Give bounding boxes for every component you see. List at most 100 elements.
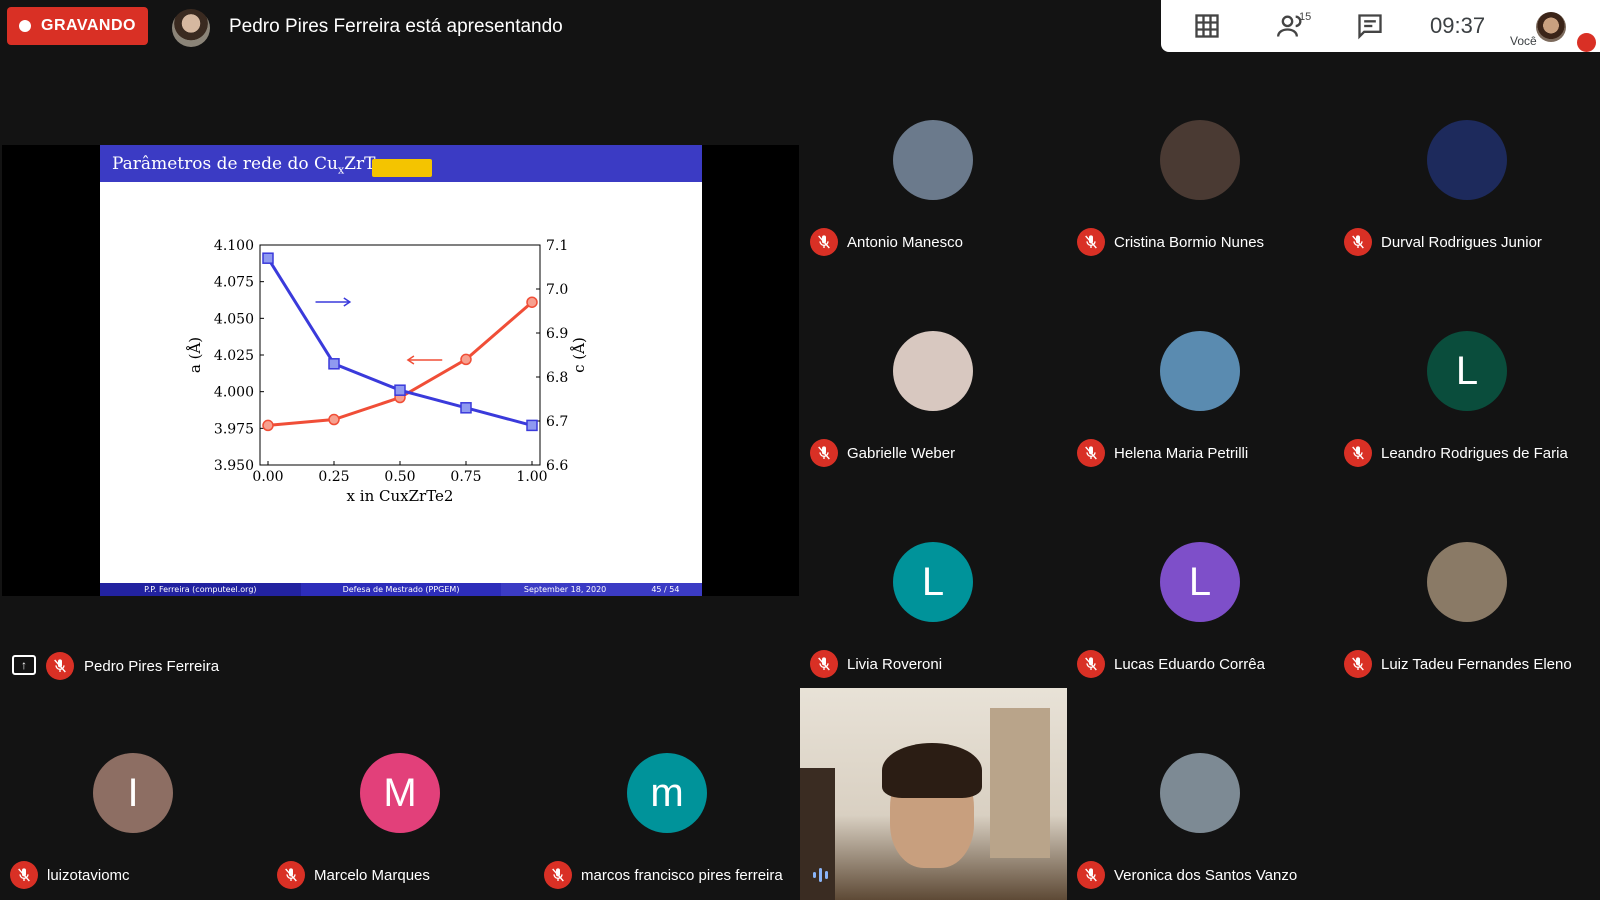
- door: [990, 708, 1050, 858]
- y-left-axis-label: a (Å): [186, 337, 204, 373]
- presenter-share-name: Pedro Pires Ferreira: [84, 658, 220, 675]
- participant-avatar: [1427, 542, 1507, 622]
- participant-name: Leandro Rodrigues de Faria: [1381, 445, 1568, 462]
- y-left-tick-label: 3.950: [214, 458, 254, 474]
- mic-off-icon: [810, 650, 838, 678]
- chat-icon[interactable]: [1356, 12, 1384, 40]
- self-label: Você: [1510, 34, 1537, 48]
- presenter-hair: [882, 743, 982, 798]
- participant-name: Durval Rodrigues Junior: [1381, 234, 1542, 251]
- data-point: [394, 384, 406, 396]
- lattice-chart: 0.00 0.25 0.50 0.75 1.00 4.100 4.075 4.050 4.025…: [186, 238, 588, 505]
- participant-name: Gabrielle Weber: [847, 445, 956, 462]
- y-left-tick-label: 4.100: [214, 238, 254, 254]
- data-point: [328, 358, 340, 370]
- mic-off-icon: [1344, 650, 1372, 678]
- mic-off-icon: [46, 652, 74, 680]
- mic-off-icon: [1344, 228, 1372, 256]
- footer-center: Defesa de Mestrado (PPGEM): [300, 583, 502, 596]
- participant-avatar: [1160, 120, 1240, 200]
- record-dot-icon: [19, 20, 31, 32]
- mic-off-icon: [1077, 861, 1105, 889]
- presenting-screen-icon: ↑: [12, 655, 36, 675]
- presenter-banner: Pedro Pires Ferreira está apresentando: [229, 16, 563, 37]
- participant-name: luizotaviomc: [47, 867, 130, 884]
- footer-left: P.P. Ferreira (computeel.org): [144, 585, 257, 594]
- footer-right: September 18, 2020 45 / 54: [501, 583, 703, 596]
- data-point: [460, 402, 472, 414]
- y-left-tick-label: 4.075: [214, 275, 254, 291]
- x-tick-label: 1.00: [516, 469, 547, 485]
- participant-name: marcos francisco pires ferreira: [581, 867, 783, 884]
- data-point: [526, 296, 538, 308]
- participant-avatar: I: [93, 753, 173, 833]
- participant-name: Helena Maria Petrilli: [1114, 445, 1249, 462]
- y-right-axis-label: c (Å): [570, 337, 588, 373]
- data-point: [526, 419, 538, 432]
- presenter-video-tile[interactable]: [800, 688, 1067, 900]
- participant-name: Veronica dos Santos Vanzo: [1114, 867, 1298, 884]
- data-point: [262, 419, 274, 432]
- participant-avatar: m: [627, 753, 707, 833]
- recording-badge: GRAVANDO: [7, 7, 148, 45]
- mic-off-icon: [1077, 228, 1105, 256]
- participant-avatar: [1160, 753, 1240, 833]
- participants-count: 15: [1299, 11, 1312, 23]
- y-left-tick-label: 4.050: [214, 311, 254, 327]
- presenter-avatar: [172, 9, 210, 47]
- self-avatar[interactable]: [1536, 12, 1566, 42]
- y-left-tick-label: 3.975: [214, 421, 254, 437]
- footer-date: September 18, 2020: [523, 585, 607, 594]
- mic-off-icon: [1344, 439, 1372, 467]
- participant-avatar: [893, 120, 973, 200]
- data-point: [460, 353, 472, 366]
- slide-footer: P.P. Ferreira (computeel.org) Defesa de …: [100, 583, 703, 596]
- y-left-tick-label: 4.000: [214, 385, 254, 401]
- plot-frame: [259, 244, 541, 466]
- participant-name: Cristina Bormio Nunes: [1114, 234, 1265, 251]
- speaking-indicator-icon: [813, 867, 833, 883]
- grid-layout-icon[interactable]: [1193, 12, 1221, 40]
- mic-off-icon: [1077, 650, 1105, 678]
- y-right-tick-label: 7.0: [546, 282, 568, 298]
- y-right-tick-label: 6.9: [546, 326, 568, 342]
- y-right-tick-label: 6.6: [546, 458, 568, 474]
- mic-off-icon: [1077, 439, 1105, 467]
- participant-name: Lucas Eduardo Corrêa: [1114, 656, 1265, 673]
- x-tick-label: 0.50: [384, 469, 415, 485]
- self-mic-off-icon: [1577, 33, 1596, 52]
- mic-off-icon: [544, 861, 572, 889]
- mic-off-icon: [810, 228, 838, 256]
- participant-avatar: L: [1160, 542, 1240, 622]
- clock: 09:37: [1430, 13, 1486, 38]
- y-right-tick-label: 7.1: [546, 238, 568, 254]
- recording-label: GRAVANDO: [41, 17, 136, 34]
- x-tick-label: 0.75: [450, 469, 481, 485]
- presentation-area: Parâmetros de rede do CuxZrTe2 0.000.250…: [2, 145, 799, 596]
- data-point: [262, 252, 274, 264]
- participant-avatar: [1160, 331, 1240, 411]
- data-point: [328, 413, 340, 426]
- slide-title-main: Parâmetros de rede do Cu: [112, 154, 338, 174]
- y-right-tick-label: 6.7: [546, 414, 568, 430]
- x-axis-label: x in CuxZrTe2: [347, 487, 454, 505]
- y-right-tick-label: 6.8: [546, 370, 568, 386]
- participant-name: Antonio Manesco: [847, 234, 963, 251]
- mic-off-icon: [277, 861, 305, 889]
- participant-avatar: [893, 331, 973, 411]
- browser-extension-icons: [372, 159, 432, 177]
- participant-name: Marcelo Marques: [314, 867, 430, 884]
- x-tick-label: 0.00: [252, 469, 283, 485]
- participant-name: Livia Roveroni: [847, 656, 943, 673]
- participant-name: Luiz Tadeu Fernandes Eleno: [1381, 656, 1572, 673]
- slide: Parâmetros de rede do CuxZrTe2 0.000.250…: [100, 145, 703, 596]
- mic-off-icon: [810, 439, 838, 467]
- participant-avatar: [1427, 120, 1507, 200]
- y-left-tick-label: 4.025: [214, 348, 254, 364]
- participant-avatar: M: [360, 753, 440, 833]
- mic-off-icon: [10, 861, 38, 889]
- top-bar: GRAVANDO Pedro Pires Ferreira está apres…: [0, 0, 1600, 56]
- x-tick-label: 0.25: [318, 469, 349, 485]
- participant-avatar: L: [893, 542, 973, 622]
- footer-page: 45 / 54: [651, 585, 680, 594]
